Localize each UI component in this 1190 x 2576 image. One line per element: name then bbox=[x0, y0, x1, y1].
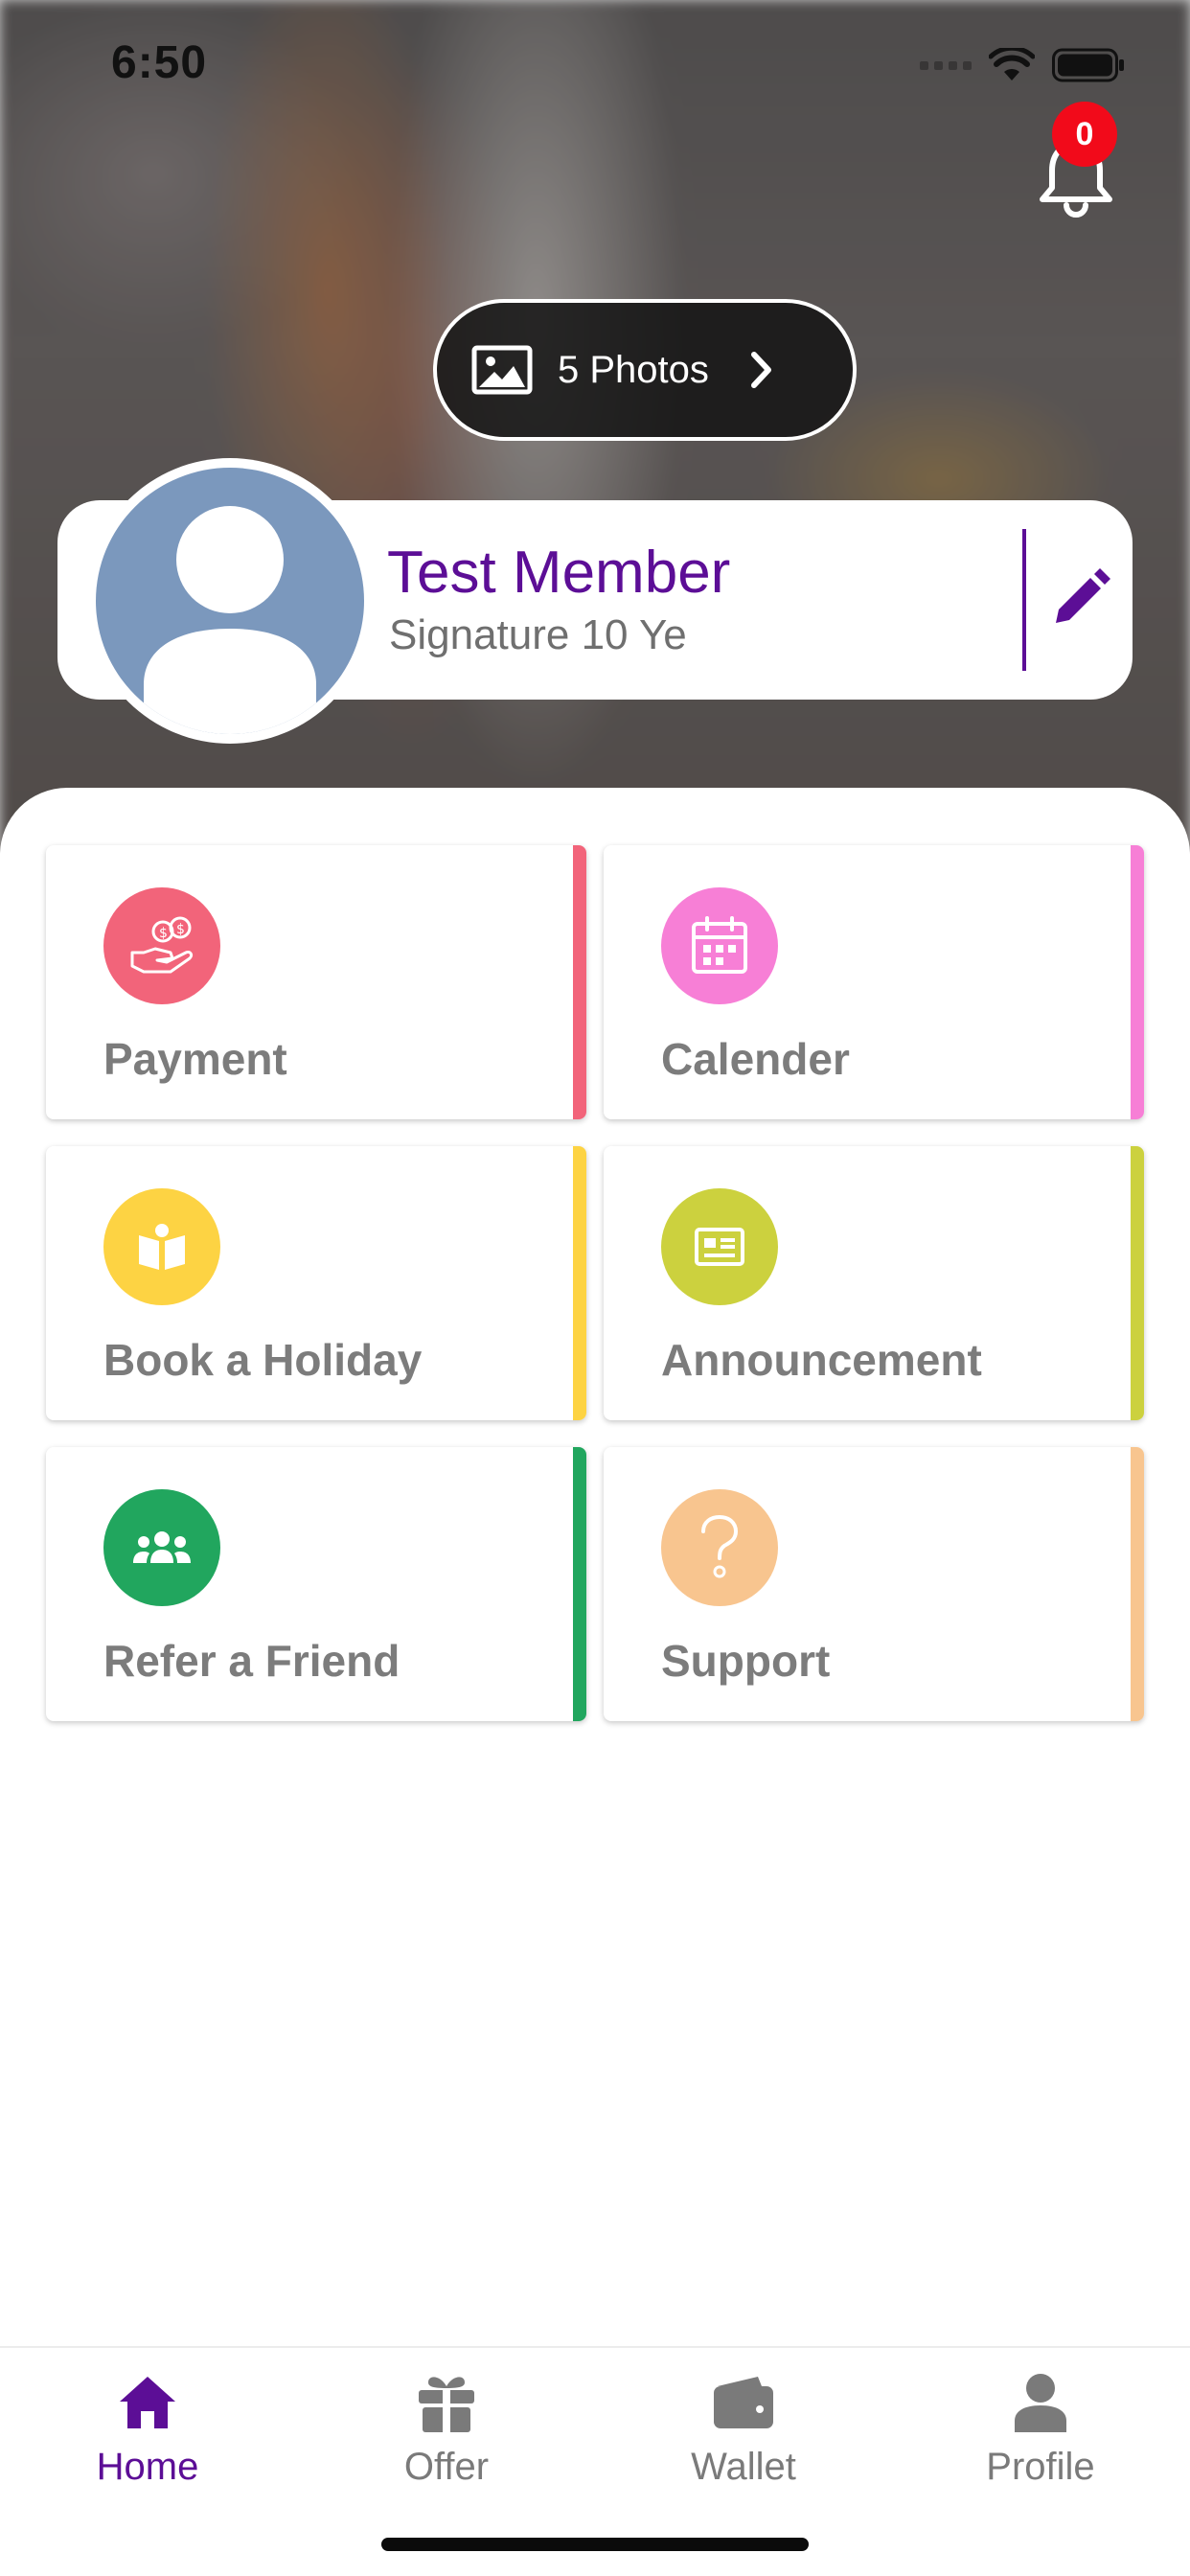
nav-label: Home bbox=[96, 2446, 199, 2488]
svg-text:$: $ bbox=[176, 922, 185, 937]
member-name: Test Member bbox=[387, 540, 731, 606]
group-icon bbox=[103, 1489, 220, 1606]
nav-label: Profile bbox=[986, 2446, 1095, 2488]
tile-book-holiday[interactable]: Book a Holiday bbox=[46, 1146, 586, 1420]
nav-profile[interactable]: Profile bbox=[945, 2369, 1136, 2489]
tile-accent bbox=[573, 1146, 586, 1420]
image-icon bbox=[471, 345, 533, 395]
home-indicator bbox=[381, 2538, 809, 2551]
tile-accent bbox=[573, 845, 586, 1119]
nav-wallet[interactable]: Wallet bbox=[648, 2369, 839, 2489]
tile-accent bbox=[573, 1447, 586, 1721]
payment-icon: $ $ bbox=[103, 887, 220, 1004]
tile-refer-friend[interactable]: Refer a Friend bbox=[46, 1447, 586, 1721]
home-icon bbox=[120, 2377, 175, 2428]
tile-label: Support bbox=[661, 1636, 831, 1686]
tile-label: Announcement bbox=[661, 1335, 982, 1385]
calendar-icon bbox=[661, 887, 778, 1004]
wallet-icon bbox=[714, 2377, 773, 2428]
tile-announcement[interactable]: Announcement bbox=[604, 1146, 1144, 1420]
photos-button[interactable]: 5 Photos bbox=[433, 299, 857, 441]
tile-accent bbox=[1131, 1146, 1144, 1420]
default-avatar-icon bbox=[144, 506, 316, 734]
avatar[interactable] bbox=[86, 458, 374, 744]
tile-calendar[interactable]: Calender bbox=[604, 845, 1144, 1119]
newspaper-icon bbox=[661, 1188, 778, 1305]
tile-label: Book a Holiday bbox=[103, 1335, 423, 1385]
tile-accent bbox=[1131, 1447, 1144, 1721]
photos-label: 5 Photos bbox=[558, 348, 709, 391]
svg-text:$: $ bbox=[159, 926, 168, 941]
home-screen: 6:50 0 5 Photos Test Member Signature 10… bbox=[0, 0, 1190, 2576]
tile-payment[interactable]: $ $ Payment bbox=[46, 845, 586, 1119]
book-icon bbox=[103, 1188, 220, 1305]
status-time: 6:50 bbox=[111, 37, 208, 88]
chevron-right-icon bbox=[750, 352, 771, 388]
tile-label: Calender bbox=[661, 1034, 850, 1084]
wifi-icon bbox=[989, 48, 1035, 80]
battery-icon bbox=[1052, 48, 1124, 82]
nav-offer[interactable]: Offer bbox=[351, 2369, 542, 2489]
cellular-signal-icon bbox=[920, 60, 972, 70]
notification-count-badge: 0 bbox=[1052, 102, 1117, 167]
nav-home[interactable]: Home bbox=[52, 2369, 243, 2489]
membership-type: Signature 10 Ye bbox=[389, 611, 687, 658]
nav-label: Offer bbox=[403, 2446, 490, 2488]
card-divider bbox=[1022, 529, 1026, 671]
tile-support[interactable]: Support bbox=[604, 1447, 1144, 1721]
tile-accent bbox=[1131, 845, 1144, 1119]
tile-label: Payment bbox=[103, 1034, 287, 1084]
tile-label: Refer a Friend bbox=[103, 1636, 400, 1686]
nav-label: Wallet bbox=[691, 2446, 796, 2488]
gift-icon bbox=[419, 2377, 474, 2432]
edit-pencil-icon[interactable] bbox=[1048, 567, 1111, 631]
status-indicators bbox=[920, 46, 1125, 84]
question-icon bbox=[661, 1489, 778, 1606]
person-icon bbox=[1015, 2374, 1066, 2432]
